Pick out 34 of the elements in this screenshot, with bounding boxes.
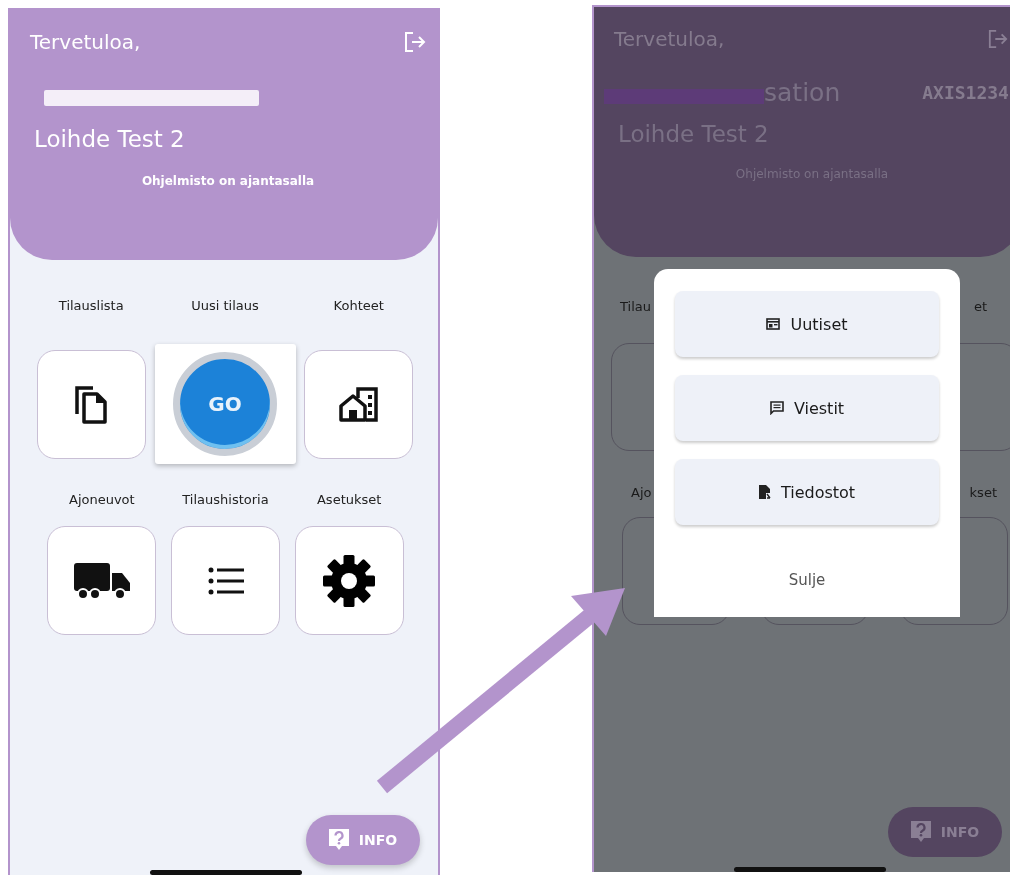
question-icon (328, 829, 349, 851)
tile-button[interactable] (304, 349, 414, 459)
question-icon (910, 821, 931, 843)
tile-label: Kohteet (333, 298, 384, 314)
news-icon (766, 318, 781, 330)
list-icon (207, 566, 244, 595)
dialog-option-button[interactable]: Viestit (675, 375, 939, 441)
tile-button[interactable] (171, 526, 280, 635)
copy-icon (73, 384, 110, 424)
dialog-option-button[interactable]: Uutiset (675, 291, 939, 357)
tile-label: Asetukset (316, 492, 382, 508)
close-button[interactable]: Sulje (768, 563, 846, 597)
truck-icon (73, 560, 130, 601)
dialog-option-button[interactable]: Tiedostot (675, 459, 939, 525)
tile-label: Tilauslista (58, 298, 124, 314)
tile-button[interactable] (36, 349, 146, 459)
greeting-text: Tervetuloa, (30, 30, 141, 54)
logout-icon[interactable] (404, 32, 426, 52)
status-text: Ohjelmisto on ajantasalla (140, 174, 316, 188)
tile-button[interactable] (47, 526, 157, 635)
message-icon (769, 401, 784, 415)
tile-button[interactable] (294, 526, 404, 635)
tile-label: Ajoneuvot (69, 492, 135, 508)
site-name: Loihde Test 2 (34, 126, 186, 152)
tile-label: kset (969, 485, 997, 501)
tile-label: et (973, 299, 987, 315)
tile-label: Tilaushistoria (182, 492, 269, 508)
go-button[interactable]: GO (173, 352, 277, 456)
tile-label: Uusi tilaus (191, 298, 259, 314)
tile-label: Ajo (631, 485, 652, 501)
gear-icon (323, 554, 376, 607)
building-icon (337, 386, 380, 422)
file-icon (758, 485, 771, 499)
tile-label: Tilau (620, 299, 651, 315)
